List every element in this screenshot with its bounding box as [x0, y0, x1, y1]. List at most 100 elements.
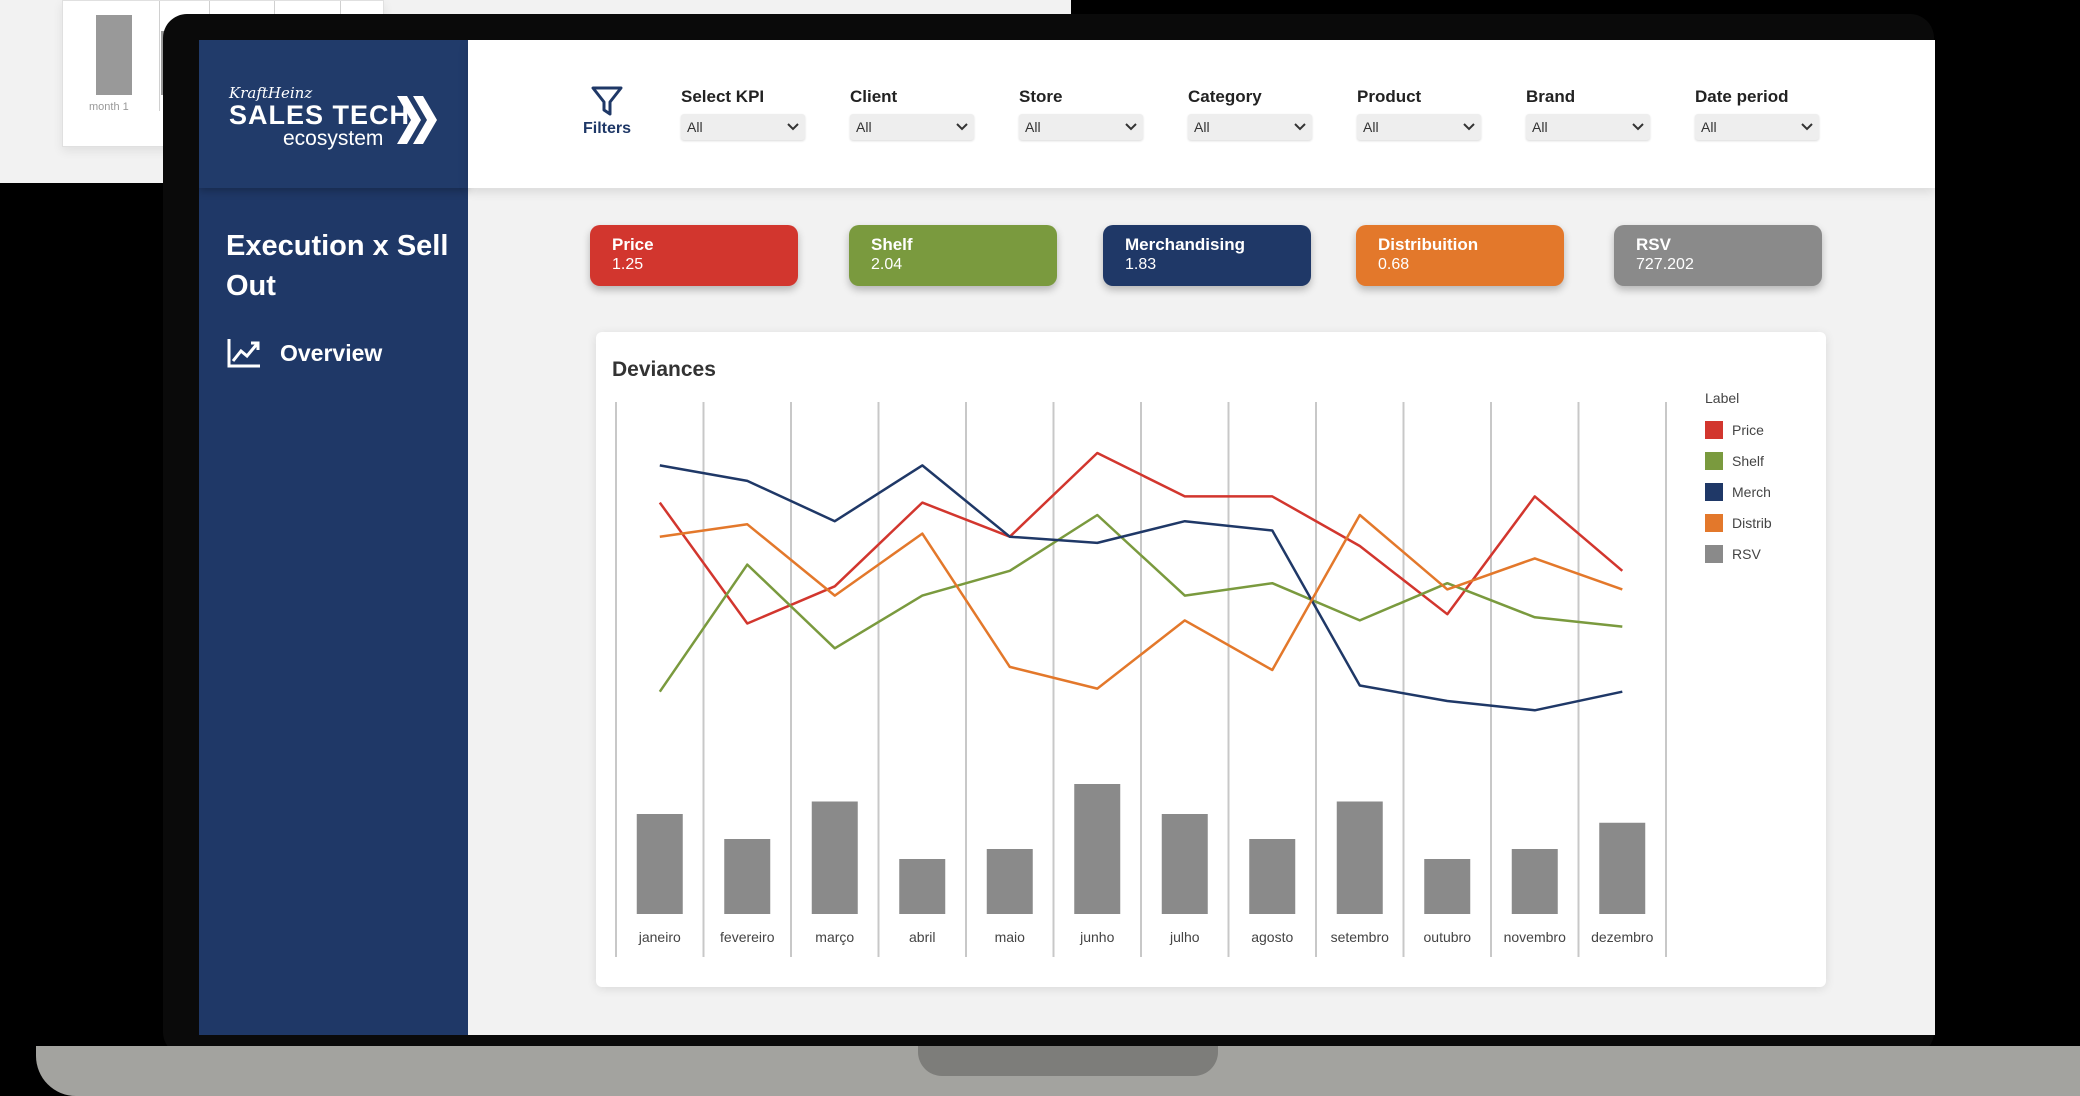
legend-swatch: [1705, 513, 1723, 532]
filter-label: Brand: [1526, 87, 1576, 106]
filters-label: Filters: [582, 120, 631, 137]
background-month-label: month 1: [89, 101, 129, 113]
legend-item[interactable]: Price: [1705, 414, 1772, 445]
dropdown-value: All: [1025, 119, 1041, 135]
kpi-value: 2.04: [871, 256, 903, 273]
filter-date-period: Date period All: [1695, 87, 1823, 140]
kpi-value: 727.202: [1636, 256, 1694, 273]
background-gridline: [159, 1, 160, 111]
sidebar-item-overview[interactable]: Overview: [226, 337, 382, 369]
funnel-icon: [591, 86, 623, 116]
dropdown-value: All: [687, 119, 703, 135]
kpi-name: Price: [612, 235, 654, 254]
filter-label: Client: [850, 87, 898, 106]
legend-item[interactable]: Merch: [1705, 476, 1772, 507]
client-dropdown[interactable]: All: [850, 114, 974, 140]
select-kpi-dropdown[interactable]: All: [681, 114, 805, 140]
x-tick-label: abril: [909, 929, 935, 945]
filter-label: Product: [1357, 87, 1422, 106]
chart-legend: Label Price Shelf Merch Distrib RSV: [1705, 390, 1772, 569]
legend-item[interactable]: Distrib: [1705, 507, 1772, 538]
x-tick-label: agosto: [1251, 929, 1293, 945]
store-dropdown[interactable]: All: [1019, 114, 1143, 140]
background-bar: [96, 15, 132, 95]
legend-label: Merch: [1732, 483, 1771, 500]
filter-product: Product All: [1357, 87, 1485, 140]
chevron-down-icon: [787, 123, 799, 131]
category-dropdown[interactable]: All: [1188, 114, 1312, 140]
legend-label: Shelf: [1732, 452, 1764, 469]
legend-label: Price: [1732, 421, 1764, 438]
dropdown-value: All: [1532, 119, 1548, 135]
legend-label: Distrib: [1732, 514, 1772, 531]
kpi-card-shelf[interactable]: Shelf 2.04: [849, 225, 1057, 286]
dropdown-value: All: [1194, 119, 1210, 135]
kpi-value: 1.25: [612, 256, 644, 273]
legend-swatch: [1705, 482, 1723, 501]
x-tick-label: julho: [1169, 929, 1200, 945]
x-tick-label: maio: [995, 929, 1026, 945]
x-tick-label: dezembro: [1591, 929, 1653, 945]
filter-store: Store All: [1019, 87, 1147, 140]
rsv-bar: [986, 849, 1033, 914]
rsv-bar: [899, 859, 946, 914]
x-tick-label: junho: [1079, 929, 1114, 945]
filter-bar: Filters Select KPI All Client All Store …: [468, 40, 1935, 188]
kpi-value: 1.83: [1125, 256, 1157, 273]
filters-button[interactable]: Filters: [581, 84, 633, 138]
filter-client: Client All: [850, 87, 978, 140]
kpi-name: Shelf: [871, 235, 913, 254]
sidebar: KraftHeinz SALES TECH ecosystem Executio…: [199, 40, 468, 1035]
legend-swatch: [1705, 451, 1723, 470]
kpi-name: RSV: [1636, 235, 1671, 254]
filter-label: Select KPI: [681, 87, 765, 106]
kpi-card-price[interactable]: Price 1.25: [590, 225, 798, 286]
chevron-down-icon: [1801, 123, 1813, 131]
filter-category: Category All: [1188, 87, 1316, 140]
filter-label: Date period: [1695, 87, 1789, 106]
rsv-bar: [1336, 801, 1383, 914]
legend-item[interactable]: Shelf: [1705, 445, 1772, 476]
legend-item[interactable]: RSV: [1705, 538, 1772, 569]
line-chart-icon: [227, 339, 260, 368]
product-dropdown[interactable]: All: [1357, 114, 1481, 140]
rsv-bar: [1249, 839, 1296, 914]
kpi-card-rsv[interactable]: RSV 727.202: [1614, 225, 1822, 286]
chevron-down-icon: [956, 123, 968, 131]
rsv-bar: [1161, 814, 1208, 914]
dashboard-screen: KraftHeinz SALES TECH ecosystem Executio…: [199, 40, 1935, 1035]
filter-brand: Brand All: [1526, 87, 1654, 140]
dropdown-value: All: [1701, 119, 1717, 135]
chevron-down-icon: [1463, 123, 1475, 131]
laptop-notch: [918, 1046, 1218, 1076]
rsv-bar: [1424, 859, 1471, 914]
rsv-bar: [1599, 822, 1646, 914]
kpi-name: Merchandising: [1125, 235, 1245, 254]
brand-dropdown[interactable]: All: [1526, 114, 1650, 140]
dropdown-value: All: [1363, 119, 1379, 135]
filter-label: Category: [1188, 87, 1262, 106]
dropdown-value: All: [856, 119, 872, 135]
page-title: Execution x Sell Out: [226, 230, 449, 302]
x-tick-label: novembro: [1504, 929, 1566, 945]
filter-label: Store: [1019, 87, 1063, 106]
legend-label: RSV: [1732, 545, 1761, 562]
rsv-bar: [724, 839, 771, 914]
legend-swatch: [1705, 544, 1723, 563]
chevron-down-icon: [1632, 123, 1644, 131]
date-period-dropdown[interactable]: All: [1695, 114, 1819, 140]
filter-select-kpi: Select KPI All: [681, 87, 809, 140]
logo[interactable]: KraftHeinz SALES TECH ecosystem: [199, 40, 468, 188]
kpi-value: 0.68: [1378, 256, 1410, 273]
x-tick-label: setembro: [1331, 929, 1390, 945]
rsv-bar: [1074, 784, 1121, 914]
kpi-card-distribuition[interactable]: Distribuition 0.68: [1356, 225, 1564, 286]
x-tick-label: fevereiro: [720, 929, 775, 945]
x-tick-label: janeiro: [638, 929, 681, 945]
kpi-card-merchandising[interactable]: Merchandising 1.83: [1103, 225, 1311, 286]
chevron-down-icon: [1125, 123, 1137, 131]
rsv-bar: [1511, 849, 1558, 914]
deviances-chart: janeiro fevereiro março abril maio junho julho…: [615, 402, 1667, 957]
rsv-bar: [636, 814, 683, 914]
double-chevron-icon: [397, 96, 437, 144]
